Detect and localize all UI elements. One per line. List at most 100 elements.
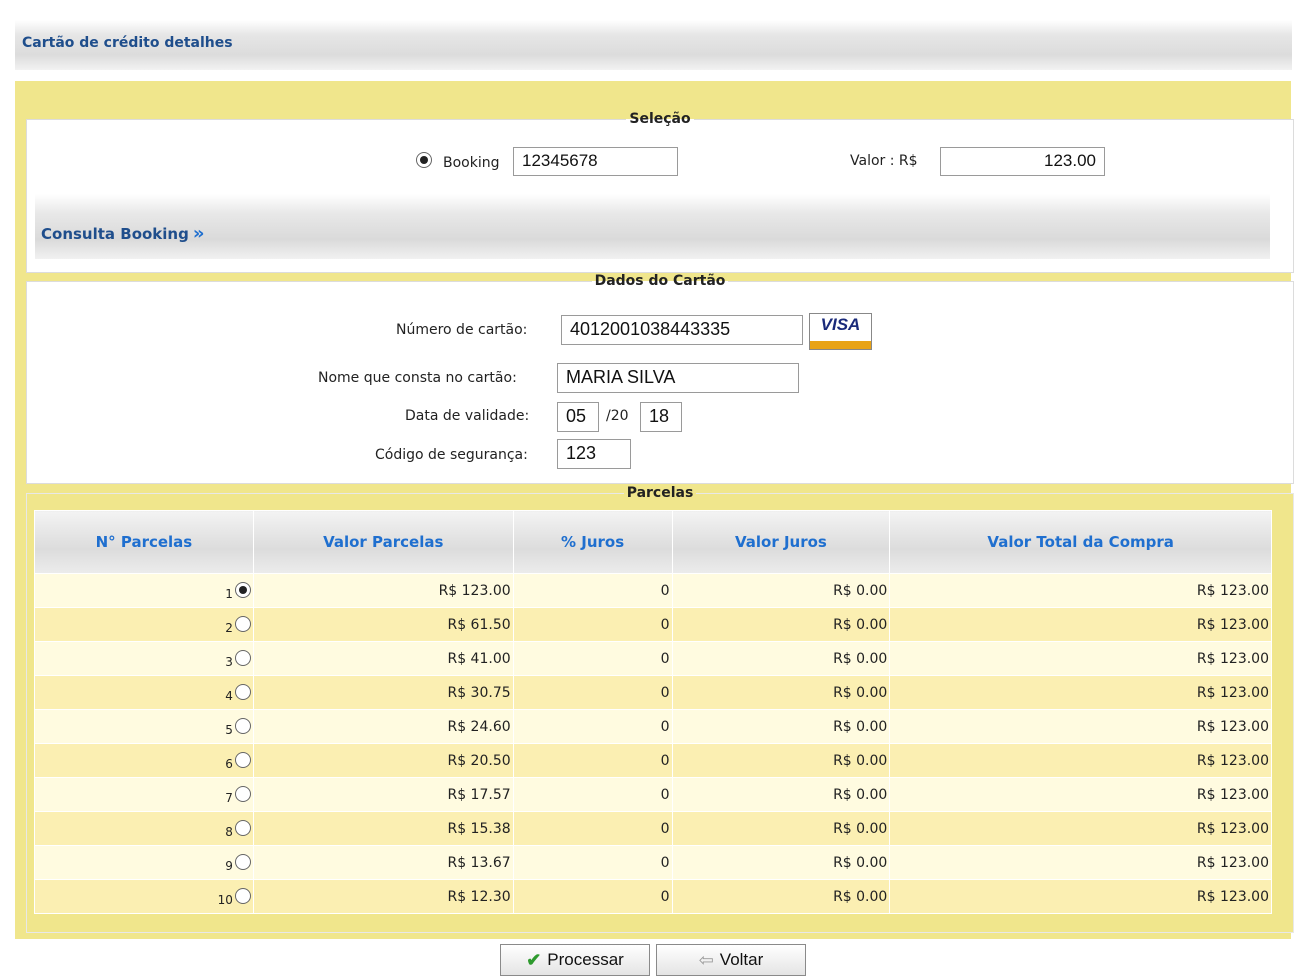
selecao-legend: Seleção bbox=[629, 111, 691, 127]
parcela-juros: 0 bbox=[512, 845, 673, 880]
parcela-valor-juros: R$ 0.00 bbox=[671, 743, 891, 778]
parcela-num-cell: 5 bbox=[34, 709, 254, 744]
parcela-valor-juros: R$ 0.00 bbox=[671, 845, 891, 880]
parcela-num: 1 bbox=[225, 587, 233, 601]
parcela-juros: 0 bbox=[512, 879, 673, 914]
parcela-valor-juros: R$ 0.00 bbox=[671, 641, 891, 676]
parcela-valor-juros: R$ 0.00 bbox=[671, 675, 891, 710]
dados-legend: Dados do Cartão bbox=[594, 273, 726, 289]
processar-button[interactable]: ✔ Processar bbox=[500, 944, 650, 976]
nome-cartao-label: Nome que consta no cartão: bbox=[318, 370, 517, 386]
parcela-valor: R$ 123.00 bbox=[252, 573, 514, 608]
parcela-radio[interactable] bbox=[234, 650, 251, 666]
parcela-radio[interactable] bbox=[234, 786, 251, 802]
parcela-num-cell: 1 bbox=[34, 573, 254, 608]
parcela-juros: 0 bbox=[512, 573, 673, 608]
parcela-juros: 0 bbox=[512, 709, 673, 744]
parcela-juros: 0 bbox=[512, 777, 673, 812]
double-chevron-right-icon: » bbox=[192, 223, 205, 244]
parcela-row[interactable]: 4 R$ 30.75 0 R$ 0.00 R$ 123.00 bbox=[34, 675, 1272, 710]
parcela-row[interactable]: 1 R$ 123.00 0 R$ 0.00 R$ 123.00 bbox=[34, 573, 1272, 608]
parcela-row[interactable]: 5 R$ 24.60 0 R$ 0.00 R$ 123.00 bbox=[34, 709, 1272, 744]
parcela-row[interactable]: 6 R$ 20.50 0 R$ 0.00 R$ 123.00 bbox=[34, 743, 1272, 778]
parcela-num-cell: 6 bbox=[34, 743, 254, 778]
col-header-juros: % Juros bbox=[512, 510, 673, 574]
parcela-total: R$ 123.00 bbox=[889, 607, 1272, 642]
parcela-total: R$ 123.00 bbox=[889, 777, 1272, 812]
parcela-radio[interactable] bbox=[234, 582, 251, 598]
parcela-total: R$ 123.00 bbox=[889, 573, 1272, 608]
parcela-num-cell: 9 bbox=[34, 845, 254, 880]
parcela-num: 3 bbox=[225, 655, 233, 669]
validade-label: Data de validade: bbox=[405, 408, 530, 424]
parcela-total: R$ 123.00 bbox=[889, 743, 1272, 778]
voltar-label: Voltar bbox=[719, 950, 764, 969]
parcela-num-cell: 7 bbox=[34, 777, 254, 812]
parcela-radio[interactable] bbox=[234, 616, 251, 632]
parcela-total: R$ 123.00 bbox=[889, 845, 1272, 880]
parcela-radio[interactable] bbox=[234, 854, 251, 870]
valor-input[interactable]: 123.00 bbox=[940, 147, 1105, 176]
parcela-valor-juros: R$ 0.00 bbox=[671, 709, 891, 744]
parcela-juros: 0 bbox=[512, 607, 673, 642]
visa-card-icon: VISA bbox=[809, 313, 872, 350]
col-header-num: N° Parcelas bbox=[34, 510, 254, 574]
parcela-row[interactable]: 8 R$ 15.38 0 R$ 0.00 R$ 123.00 bbox=[34, 811, 1272, 846]
codigo-seguranca-input[interactable]: 123 bbox=[557, 439, 631, 469]
visa-logo: VISA bbox=[810, 314, 871, 336]
consulta-booking-bar: Consulta Booking» bbox=[35, 194, 1270, 259]
parcela-row[interactable]: 7 R$ 17.57 0 R$ 0.00 R$ 123.00 bbox=[34, 777, 1272, 812]
parcela-valor-juros: R$ 0.00 bbox=[671, 811, 891, 846]
parcela-num: 6 bbox=[225, 757, 233, 771]
parcela-radio[interactable] bbox=[234, 752, 251, 768]
parcela-valor: R$ 13.67 bbox=[252, 845, 514, 880]
valor-label: Valor : R$ bbox=[850, 153, 918, 169]
parcela-radio[interactable] bbox=[234, 684, 251, 700]
parcela-num: 10 bbox=[217, 893, 233, 907]
col-header-valor: Valor Parcelas bbox=[252, 510, 514, 574]
parcela-num: 4 bbox=[225, 689, 233, 703]
visa-stripe-gold bbox=[810, 341, 871, 349]
parcela-num-cell: 10 bbox=[34, 879, 254, 914]
parcela-valor: R$ 61.50 bbox=[252, 607, 514, 642]
parcelas-legend: Parcelas bbox=[626, 485, 694, 501]
validade-separator: /20 bbox=[606, 408, 629, 424]
parcela-row[interactable]: 2 R$ 61.50 0 R$ 0.00 R$ 123.00 bbox=[34, 607, 1272, 642]
parcela-radio[interactable] bbox=[234, 820, 251, 836]
parcela-valor: R$ 12.30 bbox=[252, 879, 514, 914]
parcela-row[interactable]: 3 R$ 41.00 0 R$ 0.00 R$ 123.00 bbox=[34, 641, 1272, 676]
page-title: Cartão de crédito detalhes bbox=[22, 35, 233, 51]
parcela-juros: 0 bbox=[512, 743, 673, 778]
booking-radio[interactable] bbox=[416, 152, 432, 168]
parcela-row[interactable]: 9 R$ 13.67 0 R$ 0.00 R$ 123.00 bbox=[34, 845, 1272, 880]
parcela-valor: R$ 20.50 bbox=[252, 743, 514, 778]
validade-mes-input[interactable]: 05 bbox=[557, 402, 599, 432]
parcela-juros: 0 bbox=[512, 675, 673, 710]
check-icon: ✔ bbox=[526, 949, 542, 970]
parcela-radio[interactable] bbox=[234, 718, 251, 734]
parcela-row[interactable]: 10 R$ 12.30 0 R$ 0.00 R$ 123.00 bbox=[34, 879, 1272, 914]
parcela-valor: R$ 15.38 bbox=[252, 811, 514, 846]
booking-label: Booking bbox=[443, 155, 500, 171]
parcela-valor: R$ 24.60 bbox=[252, 709, 514, 744]
parcela-num: 9 bbox=[225, 859, 233, 873]
parcela-valor: R$ 30.75 bbox=[252, 675, 514, 710]
parcela-total: R$ 123.00 bbox=[889, 811, 1272, 846]
validade-ano-input[interactable]: 18 bbox=[640, 402, 682, 432]
col-header-valor-juros: Valor Juros bbox=[671, 510, 891, 574]
parcela-total: R$ 123.00 bbox=[889, 709, 1272, 744]
consulta-booking-link[interactable]: Consulta Booking» bbox=[41, 223, 204, 244]
booking-input[interactable]: 12345678 bbox=[513, 147, 678, 176]
parcela-valor: R$ 17.57 bbox=[252, 777, 514, 812]
voltar-button[interactable]: ⇦ Voltar bbox=[656, 944, 806, 976]
parcela-num-cell: 3 bbox=[34, 641, 254, 676]
consulta-booking-label: Consulta Booking bbox=[41, 225, 189, 243]
parcela-num-cell: 4 bbox=[34, 675, 254, 710]
parcela-num: 8 bbox=[225, 825, 233, 839]
nome-cartao-input[interactable]: MARIA SILVA bbox=[557, 363, 799, 393]
parcela-num: 2 bbox=[225, 621, 233, 635]
parcela-valor: R$ 41.00 bbox=[252, 641, 514, 676]
parcela-radio[interactable] bbox=[234, 888, 251, 904]
numero-cartao-input[interactable]: 4012001038443335 bbox=[561, 315, 803, 345]
parcela-num: 5 bbox=[225, 723, 233, 737]
